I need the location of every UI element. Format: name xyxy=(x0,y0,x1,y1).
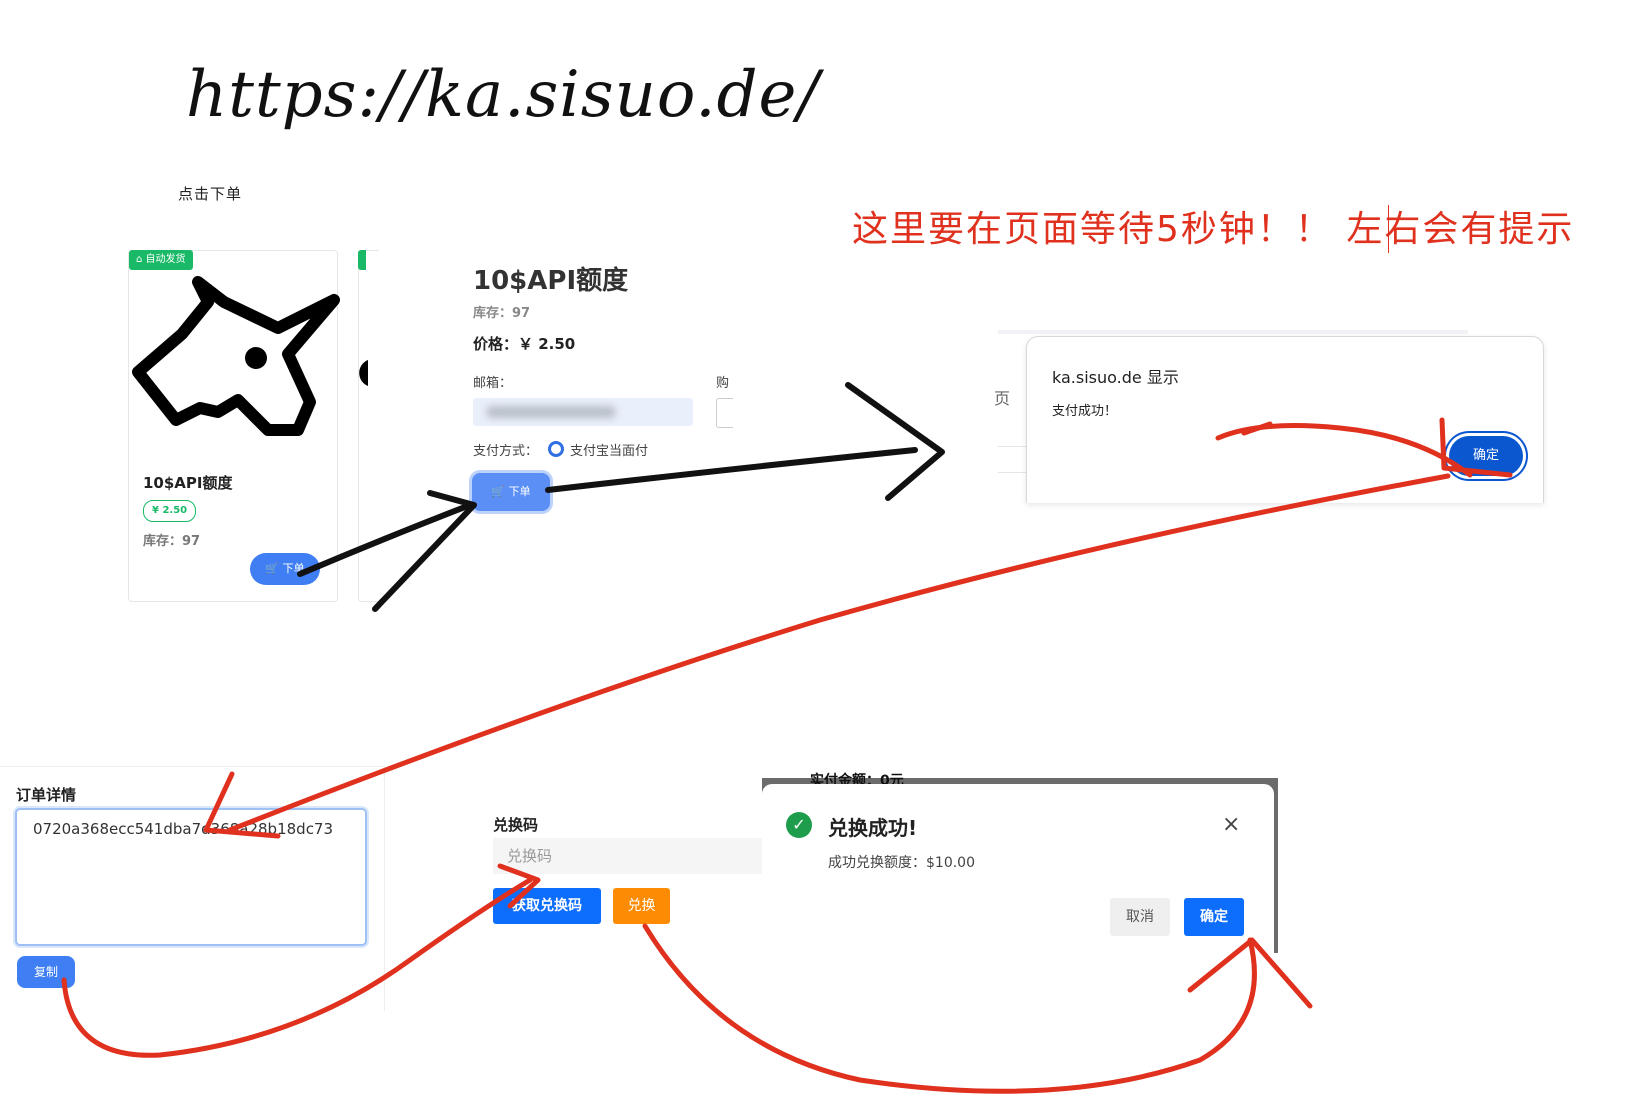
alert-message: 支付成功！ xyxy=(1052,404,1118,419)
product-name: 10$API额度 xyxy=(143,474,233,492)
site-url-title: https://ka.sisuo.de/ xyxy=(186,58,820,132)
check-circle-icon: ✓ xyxy=(786,812,812,838)
place-order-button[interactable]: 🛒 下单 xyxy=(472,473,550,511)
product-card-partial[interactable] xyxy=(358,250,379,602)
product-detail-title: 10$API额度 xyxy=(473,266,629,296)
browser-alert-dialog xyxy=(1026,336,1544,503)
quantity-label: 购 xyxy=(716,376,730,391)
redeem-button[interactable]: 兑换 xyxy=(613,888,670,924)
alert-title: ka.sisuo.de 显示 xyxy=(1052,368,1179,387)
redeem-code-textarea[interactable] xyxy=(15,808,367,946)
payment-radio[interactable] xyxy=(548,441,564,457)
success-dialog-message: 成功兑换额度：$10.00 xyxy=(828,855,975,871)
copy-button[interactable]: 复制 xyxy=(17,956,75,988)
product-detail-price: 价格：￥ 2.50 xyxy=(473,335,576,353)
email-redacted xyxy=(486,406,616,418)
auto-delivery-tag-partial xyxy=(358,250,366,270)
get-redeem-code-button[interactable]: 获取兑换码 xyxy=(493,888,601,924)
background-page-text: 页 xyxy=(994,389,1011,408)
order-button[interactable]: 🛒 下单 xyxy=(250,553,320,585)
redeem-code-label: 兑换码 xyxy=(493,816,539,834)
black-arrow-2-head xyxy=(845,382,945,501)
background-bar xyxy=(998,330,1468,334)
order-detail-label: 订单详情 xyxy=(16,786,77,804)
success-dialog-title: 兑换成功! xyxy=(828,816,918,840)
wait-notice: 这里要在页面等待5秒钟！！ 左右会有提示 xyxy=(852,209,1575,250)
black-arrow-1-head xyxy=(372,490,477,612)
product-detail-stock: 库存：97 xyxy=(473,306,531,321)
quantity-input[interactable] xyxy=(716,398,733,428)
confirm-button[interactable]: 确定 xyxy=(1184,898,1244,936)
stock-text: 库存：97 xyxy=(143,534,201,549)
email-label: 邮箱： xyxy=(473,376,513,391)
alert-ok-button[interactable]: 确定 xyxy=(1449,436,1523,476)
step-click-order-note: 点击下单 xyxy=(178,185,243,203)
unicorn-icon xyxy=(132,276,340,436)
payment-option-alipay[interactable]: 支付宝当面付 xyxy=(570,440,648,459)
unicorn-icon-partial xyxy=(359,360,368,386)
payment-method-label: 支付方式： xyxy=(473,444,539,459)
close-icon[interactable]: × xyxy=(1222,812,1240,837)
price-badge: ¥ 2.50 xyxy=(143,500,197,522)
redeem-code-input[interactable] xyxy=(493,838,763,874)
background-divider xyxy=(998,446,1028,447)
text-caret xyxy=(1388,205,1389,253)
background-divider xyxy=(998,472,1028,473)
cancel-button[interactable]: 取消 xyxy=(1110,898,1170,936)
